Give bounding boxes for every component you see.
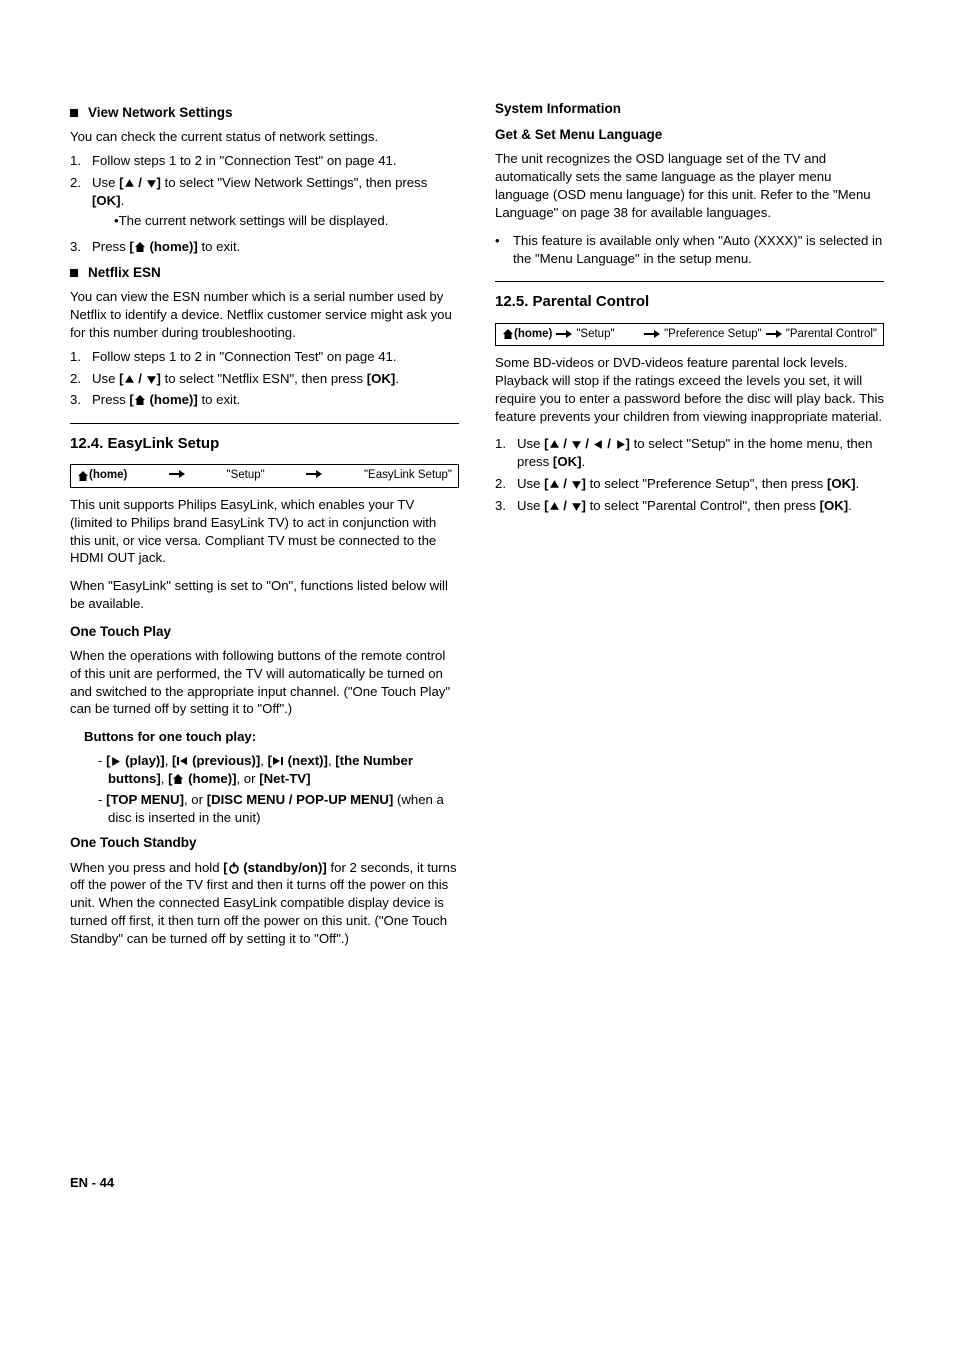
- home-icon: [134, 394, 146, 406]
- step-text: Use [ / ] to select "Parental Control", …: [517, 497, 884, 515]
- heading-text: Netflix ESN: [88, 264, 161, 282]
- step-text: Follow steps 1 to 2 in "Connection Test"…: [92, 152, 459, 170]
- step-text: Use [ / / / ] to select "Setup" in the h…: [517, 435, 884, 471]
- up-triangle-icon: [124, 374, 135, 385]
- down-triangle-icon: [146, 178, 157, 189]
- step-text: Press [ (home)] to exit.: [92, 391, 459, 409]
- list-item: - [TOP MENU], or [DISC MENU / POP-UP MEN…: [98, 791, 459, 827]
- arrow-right-icon: [169, 468, 185, 480]
- previous-icon: [176, 755, 188, 767]
- list-item: - [ (play)], [ (previous)], [ (next)], […: [98, 752, 459, 788]
- view-network-steps: 1.Follow steps 1 to 2 in "Connection Tes…: [70, 152, 459, 256]
- home-icon: [172, 773, 184, 785]
- next-icon: [272, 755, 284, 767]
- bullet-text: This feature is available only when "Aut…: [513, 232, 884, 268]
- home-icon: [502, 328, 514, 340]
- easylink-p2: When "EasyLink" setting is set to "On", …: [70, 577, 459, 613]
- down-triangle-icon: [571, 479, 582, 490]
- nav-home-label: (home): [89, 468, 127, 484]
- up-triangle-icon: [124, 178, 135, 189]
- step-text: Press [ (home)] to exit.: [92, 238, 459, 256]
- ots-body: When you press and hold [ (standby/on)] …: [70, 859, 459, 948]
- nav-setup: "Setup": [227, 468, 265, 484]
- parental-body: Some BD-videos or DVD-videos feature par…: [495, 354, 884, 425]
- home-icon: [77, 470, 89, 482]
- arrow-right-icon: [766, 328, 782, 340]
- nav-path-parental: (home) "Setup" "Preference Setup" "Paren…: [495, 323, 884, 347]
- nav-target: "Parental Control": [786, 327, 877, 343]
- heading-one-touch-standby: One Touch Standby: [70, 834, 459, 852]
- buttons-list: - [ (play)], [ (previous)], [ (next)], […: [84, 752, 459, 826]
- bullet-feature-note: • This feature is available only when "A…: [495, 232, 884, 268]
- section-parental: 12.5. Parental Control: [495, 292, 884, 312]
- netflix-intro: You can view the ESN number which is a s…: [70, 288, 459, 341]
- arrow-right-icon: [644, 328, 660, 340]
- arrow-right-icon: [306, 468, 322, 480]
- heading-view-network: View Network Settings: [70, 104, 459, 122]
- divider: [70, 423, 459, 424]
- nav-pref: "Preference Setup": [664, 327, 762, 343]
- down-triangle-icon: [146, 374, 157, 385]
- view-network-intro: You can check the current status of netw…: [70, 128, 459, 146]
- up-triangle-icon: [549, 439, 560, 450]
- heading-one-touch-play: One Touch Play: [70, 623, 459, 641]
- up-triangle-icon: [549, 479, 560, 490]
- right-triangle-icon: [615, 439, 626, 450]
- step-text: Use [ / ] to select "View Network Settin…: [92, 174, 459, 234]
- buttons-heading: Buttons for one touch play:: [84, 728, 459, 746]
- nav-setup: "Setup": [576, 327, 640, 343]
- divider: [495, 281, 884, 282]
- easylink-p1: This unit supports Philips EasyLink, whi…: [70, 496, 459, 567]
- down-triangle-icon: [571, 439, 582, 450]
- parental-steps: 1.Use [ / / / ] to select "Setup" in the…: [495, 435, 884, 514]
- section-easylink: 12.4. EasyLink Setup: [70, 434, 459, 454]
- nav-path-easylink: (home) "Setup" "EasyLink Setup": [70, 464, 459, 488]
- bullet-square-icon: [70, 109, 78, 117]
- getset-body: The unit recognizes the OSD language set…: [495, 150, 884, 221]
- heading-getset-lang: Get & Set Menu Language: [495, 126, 884, 144]
- sub-bullet: The current network settings will be dis…: [114, 212, 459, 230]
- home-icon: [134, 241, 146, 253]
- nav-home-label: (home): [514, 327, 552, 343]
- power-icon: [228, 862, 240, 874]
- bullet-square-icon: [70, 269, 78, 277]
- otp-body: When the operations with following butto…: [70, 647, 459, 718]
- left-triangle-icon: [593, 439, 604, 450]
- play-icon: [110, 756, 121, 767]
- page-footer: EN - 44: [70, 1174, 884, 1192]
- step-text: Use [ / ] to select "Preference Setup", …: [517, 475, 884, 493]
- heading-netflix-esn: Netflix ESN: [70, 264, 459, 282]
- step-text: Follow steps 1 to 2 in "Connection Test"…: [92, 348, 459, 366]
- heading-text: View Network Settings: [88, 104, 233, 122]
- step-text: Use [ / ] to select "Netflix ESN", then …: [92, 370, 459, 388]
- netflix-steps: 1.Follow steps 1 to 2 in "Connection Tes…: [70, 348, 459, 409]
- up-triangle-icon: [549, 501, 560, 512]
- down-triangle-icon: [571, 501, 582, 512]
- arrow-right-icon: [556, 328, 572, 340]
- heading-system-info: System Information: [495, 100, 884, 118]
- nav-target: "EasyLink Setup": [364, 468, 452, 484]
